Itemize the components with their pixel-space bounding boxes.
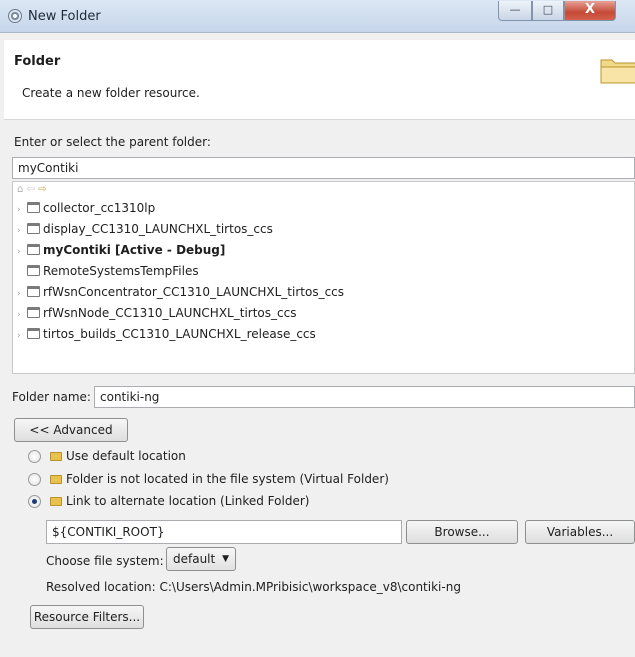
back-icon[interactable]: ⇦ [27,184,35,195]
tree-item[interactable]: RemoteSystemsTempFiles [17,261,199,281]
tree-item[interactable]: › myContiki [Active - Debug] [17,240,225,260]
expand-icon[interactable]: › [17,284,27,304]
tree-item[interactable]: › rfWsnConcentrator_CC1310_LAUNCHXL_tirto… [17,282,344,302]
linked-folder-icon [50,497,62,506]
tree-item-label: rfWsnNode_CC1310_LAUNCHXL_tirtos_ccs [43,306,297,320]
project-icon [27,223,40,234]
resolved-location: Resolved location: C:\Users\Admin.MPribi… [46,580,461,594]
browse-button[interactable]: Browse... [406,520,518,544]
tree-item-label: display_CC1310_LAUNCHXL_tirtos_ccs [43,222,273,236]
project-icon [27,202,40,213]
parent-folder-label: Enter or select the parent folder: [14,135,211,149]
file-system-label: Choose file system: [46,554,164,568]
expand-icon[interactable]: › [17,242,27,262]
forward-icon[interactable]: ⇨ [38,184,46,195]
location-input[interactable]: ${CONTIKI_ROOT} [46,520,402,544]
project-icon [27,328,40,339]
tree-item[interactable]: › collector_cc1310lp [17,198,155,218]
virtual-folder-option[interactable]: Folder is not located in the file system… [50,472,389,486]
home-icon[interactable]: ⌂ [17,184,23,195]
linked-folder-label: Link to alternate location (Linked Folde… [66,494,310,508]
project-icon [27,286,40,297]
wizard-banner: Folder Create a new folder resource. [4,40,635,120]
default-location-option[interactable]: Use default location [50,449,186,463]
expand-icon[interactable]: › [17,305,27,325]
virtual-folder-icon [50,475,62,484]
folder-name-input[interactable]: contiki-ng [94,386,635,408]
window-title: New Folder [28,9,101,24]
new-folder-dialog: New Folder — □ X Folder Create a new fol… [0,0,635,657]
folder-icon [50,452,62,461]
close-button[interactable]: X [564,1,616,21]
expand-icon[interactable]: › [17,221,27,241]
tree-item-label: collector_cc1310lp [43,201,156,215]
tree-item[interactable]: › rfWsnNode_CC1310_LAUNCHXL_tirtos_ccs [17,303,296,323]
parent-folder-input[interactable]: myContiki [12,157,635,179]
tree-item[interactable]: › display_CC1310_LAUNCHXL_tirtos_ccs [17,219,273,239]
variables-button[interactable]: Variables... [525,520,635,544]
folder-icon [600,59,635,84]
maximize-button[interactable]: □ [532,1,564,21]
virtual-folder-label: Folder is not located in the file system… [66,472,389,486]
tree-item-label: myContiki [Active - Debug] [43,243,226,257]
eclipse-app-icon [8,9,22,23]
expand-icon[interactable]: › [17,326,27,346]
file-system-value: default [173,552,216,566]
tree-item[interactable]: › tirtos_builds_CC1310_LAUNCHXL_release_c… [17,324,316,344]
advanced-button[interactable]: << Advanced [14,418,128,442]
expand-icon[interactable]: › [17,200,27,220]
banner-title: Folder [14,54,61,69]
resource-filters-button[interactable]: Resource Filters... [30,605,144,629]
tree-item-label: RemoteSystemsTempFiles [43,264,199,278]
file-system-select[interactable]: default ▼ [166,547,236,571]
project-icon [27,244,40,255]
tree-toolbar: ⌂ ⇦ ⇨ [17,184,47,198]
project-tree[interactable]: ⌂ ⇦ ⇨ › collector_cc1310lp › display_CC131… [12,181,635,374]
project-icon [27,265,40,276]
banner-description: Create a new folder resource. [22,86,200,100]
tree-item-label: tirtos_builds_CC1310_LAUNCHXL_release_cc… [43,327,316,341]
linked-folder-radio[interactable] [28,495,41,508]
folder-name-label: Folder name: [12,390,91,404]
default-location-label: Use default location [66,449,186,463]
chevron-down-icon: ▼ [222,554,229,564]
linked-folder-option[interactable]: Link to alternate location (Linked Folde… [50,494,309,508]
virtual-folder-radio[interactable] [28,473,41,486]
title-bar[interactable]: New Folder — □ X [0,0,635,33]
project-icon [27,307,40,318]
default-location-radio[interactable] [28,450,41,463]
minimize-button[interactable]: — [498,1,532,21]
tree-item-label: rfWsnConcentrator_CC1310_LAUNCHXL_tirtos… [43,285,345,299]
